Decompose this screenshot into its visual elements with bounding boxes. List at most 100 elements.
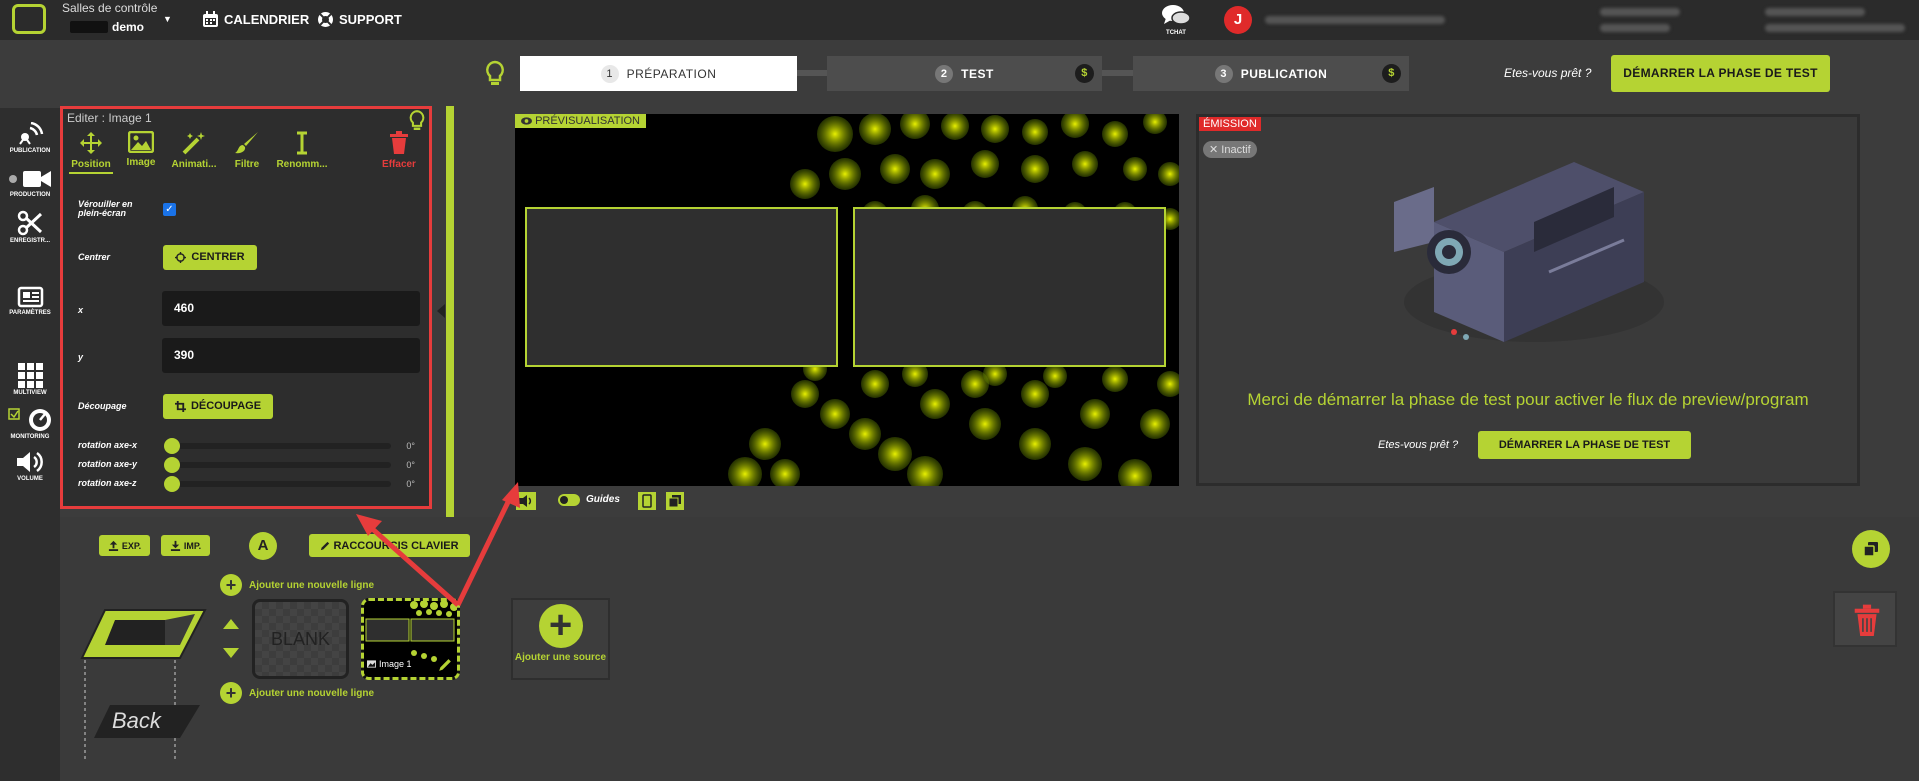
crosshair-icon — [175, 252, 187, 263]
rotation-y-slider[interactable] — [164, 457, 391, 473]
guides-toggle[interactable] — [558, 494, 580, 506]
y-input[interactable]: 390 — [162, 338, 420, 373]
pencil-icon[interactable] — [438, 658, 452, 672]
arrow-up-icon[interactable] — [223, 619, 239, 629]
step-number: 3 — [1214, 64, 1233, 83]
tool-delete[interactable]: Effacer — [377, 131, 421, 170]
add-line-label: Ajouter une nouvelle ligne — [249, 579, 375, 591]
chat-button[interactable]: TCHAT — [1158, 4, 1194, 36]
step-number: 2 — [935, 64, 954, 83]
nav-calendar[interactable]: CALENDRIER — [202, 11, 309, 28]
image-source-card[interactable]: Image 1 — [361, 598, 460, 680]
video-camera-illustration — [1394, 162, 1664, 342]
start-test-button[interactable]: DÉMARRER LA PHASE DE TEST — [1478, 431, 1691, 459]
sidebar-item-label: ENREGISTR... — [9, 238, 50, 244]
step-connector — [1102, 70, 1133, 76]
sidebar-item-recording[interactable]: ENREGISTR... — [0, 210, 60, 244]
sidebar-item-volume[interactable]: VOLUME — [0, 450, 60, 482]
arrow-down-icon[interactable] — [223, 648, 239, 658]
blank-source-card[interactable]: BLANK — [252, 599, 349, 679]
tool-image[interactable]: Image — [121, 131, 161, 168]
program-label: ÉMISSION — [1199, 117, 1261, 131]
step-number: 1 — [600, 64, 619, 83]
sidebar-item-label: MONITORING — [10, 434, 50, 440]
x-input[interactable]: 460 — [162, 291, 420, 326]
nav-support[interactable]: SUPPORT — [317, 11, 402, 28]
import-button[interactable]: IMP. — [161, 535, 210, 556]
volume-icon[interactable] — [516, 492, 536, 510]
step-test[interactable]: 2 TEST $ — [827, 56, 1102, 91]
sidebar-item-multiview[interactable]: MULTIVIEW — [0, 362, 60, 396]
slider-handle[interactable] — [164, 476, 180, 492]
gauge-icon — [8, 408, 51, 431]
avatar[interactable]: J — [1224, 6, 1252, 34]
copy-icon[interactable] — [666, 492, 684, 510]
tool-label: Position — [71, 159, 111, 170]
sidebar-item-label: VOLUME — [17, 476, 43, 482]
add-line-label: Ajouter une nouvelle ligne — [249, 687, 375, 699]
sidebar-item-publication[interactable]: PUBLICATION — [0, 122, 60, 154]
crop-button[interactable]: DÉCOUPAGE — [163, 394, 273, 419]
crop-icon — [174, 401, 186, 412]
rotation-z-slider[interactable] — [164, 476, 391, 492]
start-test-button[interactable]: DÉMARRER LA PHASE DE TEST — [1611, 55, 1830, 92]
pencil-icon — [321, 541, 330, 550]
add-line-bottom[interactable]: + Ajouter une nouvelle ligne — [220, 682, 374, 704]
chevron-down-icon[interactable]: ▼ — [163, 14, 172, 24]
export-button[interactable]: EXP. — [99, 535, 150, 556]
volume-icon — [17, 451, 43, 473]
image-card-caption: Image 1 — [367, 659, 412, 669]
top-bar: Salles de contrôle demo ▼ CALENDRIER SUP… — [0, 0, 1919, 40]
image-icon — [367, 660, 376, 668]
tool-label: Effacer — [382, 159, 416, 170]
move-icon — [80, 132, 102, 154]
slider-handle[interactable] — [164, 438, 180, 454]
account-name[interactable]: demo — [112, 20, 144, 34]
layer-a-button[interactable]: A — [249, 532, 277, 560]
sidebar-item-production[interactable]: PRODUCTION — [0, 168, 60, 198]
preview-screen[interactable]: PRÉVISUALISATION — [515, 114, 1179, 486]
keyboard-shortcuts-button[interactable]: RACCOURCIS CLAVIER — [309, 534, 470, 557]
layout-box-left[interactable] — [525, 207, 838, 367]
lightbulb-icon[interactable] — [408, 109, 426, 133]
sidebar-item-monitoring[interactable]: MONITORING — [0, 406, 60, 440]
lock-fullscreen-checkbox[interactable]: ✓ — [163, 203, 176, 216]
rotation-x-slider[interactable] — [164, 438, 391, 454]
lightbulb-icon[interactable] — [484, 60, 506, 88]
nav-calendar-label: CALENDRIER — [224, 12, 310, 27]
status-badge: ✕ Inactif — [1203, 141, 1257, 158]
preview-label-text: PRÉVISUALISATION — [535, 115, 640, 127]
mobile-icon[interactable] — [638, 492, 656, 510]
sidebar-item-label: MULTIVIEW — [13, 390, 47, 396]
app-logo[interactable] — [12, 4, 46, 34]
tool-filter[interactable]: Filtre — [225, 131, 269, 170]
tool-label: Filtre — [234, 159, 260, 170]
program-message: Merci de démarrer la phase de test pour … — [1247, 390, 1809, 409]
editor-title: Editer : Image 1 — [67, 111, 152, 125]
delete-dropzone[interactable] — [1833, 591, 1897, 647]
slider-handle[interactable] — [164, 457, 180, 473]
add-source-card[interactable]: + Ajouter une source — [511, 598, 610, 680]
editor-toolbar: Position Image Animati... Filtre Renomm.… — [69, 131, 429, 174]
center-button[interactable]: CENTRER — [163, 245, 257, 270]
step-preparation[interactable]: 1 PRÉPARATION — [520, 56, 797, 91]
rotation-x-label: rotation axe-x — [78, 440, 138, 450]
add-line-top[interactable]: + Ajouter une nouvelle ligne — [220, 574, 374, 596]
plus-icon: + — [538, 604, 583, 648]
blurred-info — [1600, 8, 1680, 16]
sidebar-item-settings[interactable]: PARAMÈTRES — [0, 286, 60, 316]
layout-box-right[interactable] — [853, 207, 1166, 367]
sidebar: PUBLICATION PRODUCTION ENREGISTR... PARA… — [0, 108, 60, 781]
tool-rename[interactable]: Renomm... — [273, 131, 331, 170]
tool-position[interactable]: Position — [69, 131, 113, 174]
step-publication[interactable]: 3 PUBLICATION $ — [1133, 56, 1409, 91]
center-button-label: CENTRER — [191, 251, 245, 263]
guides-label: Guides — [586, 494, 620, 505]
export-label: EXP. — [121, 540, 142, 551]
crop-button-label: DÉCOUPAGE — [190, 400, 262, 412]
image-icon — [128, 131, 154, 153]
panel-collapse-bar[interactable] — [432, 106, 454, 519]
tool-animation[interactable]: Animati... — [169, 131, 219, 170]
blurred-info — [1765, 24, 1905, 32]
duplicate-button[interactable] — [1852, 530, 1890, 568]
